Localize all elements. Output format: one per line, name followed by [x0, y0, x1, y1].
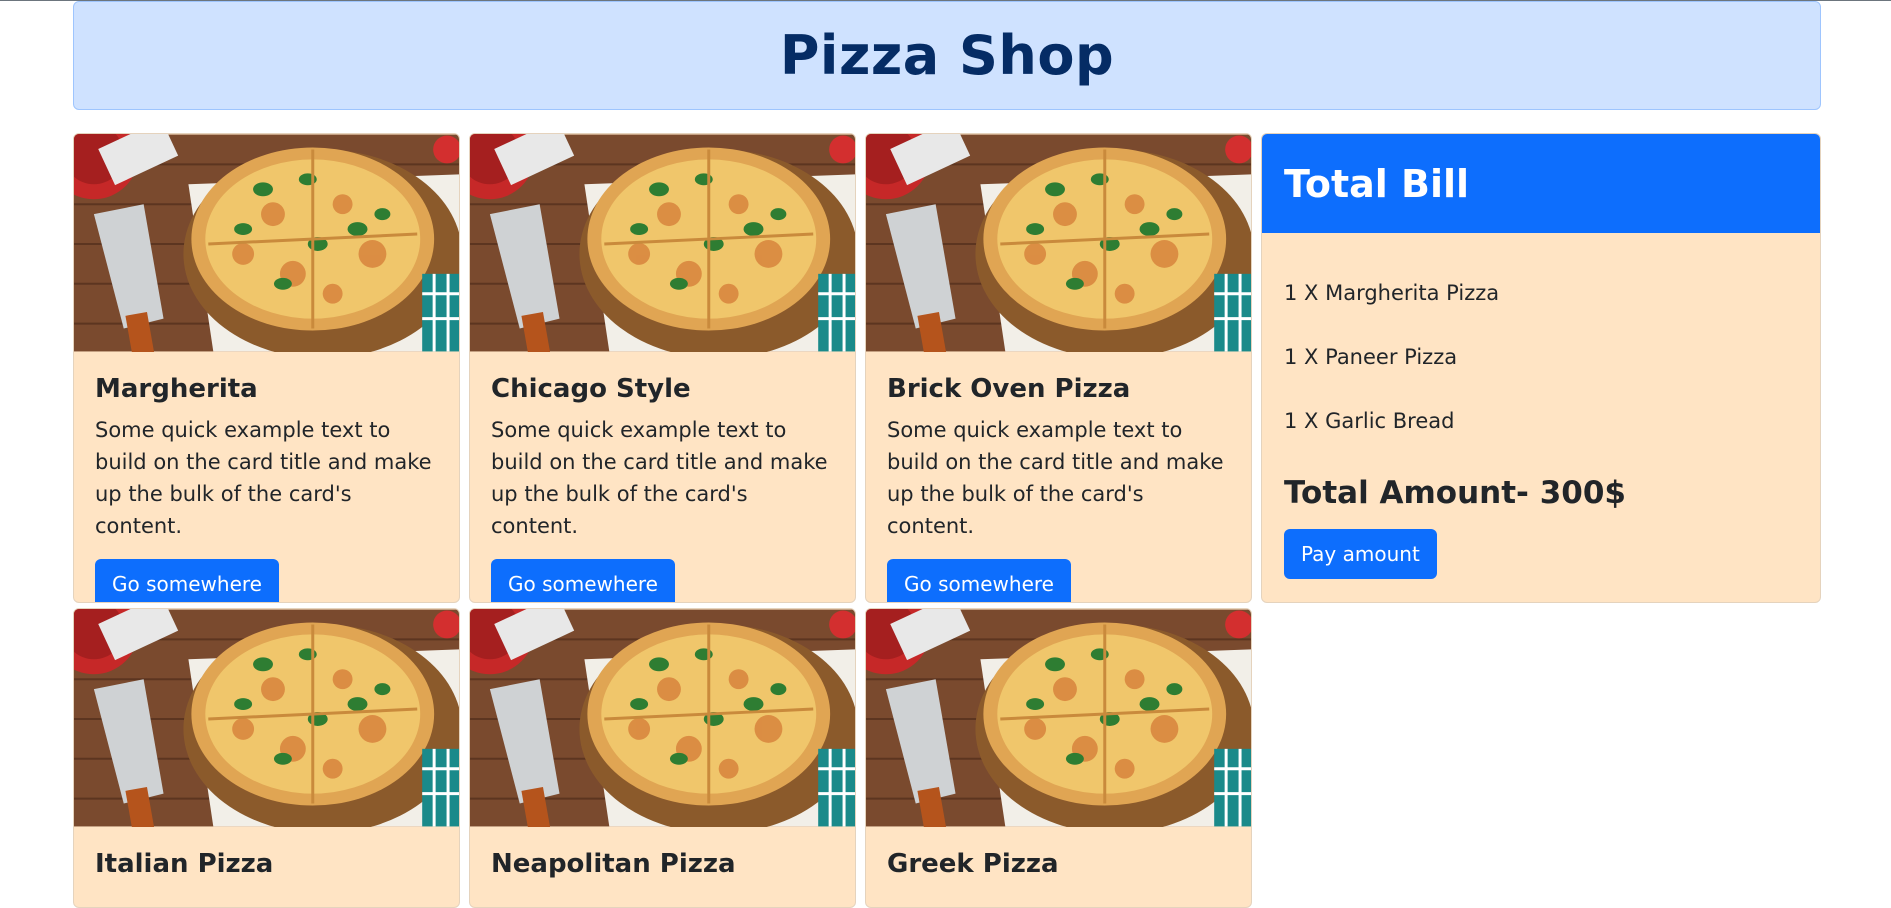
bill-item: 1 X Margherita Pizza: [1284, 281, 1500, 305]
page-header: Pizza Shop: [73, 1, 1821, 110]
card-title: Greek Pizza: [887, 849, 1059, 879]
pizza-card-italian: Italian Pizza: [73, 608, 460, 908]
pizza-image: [470, 134, 855, 352]
pizza-card-neapolitan: Neapolitan Pizza: [469, 608, 856, 908]
go-somewhere-button[interactable]: Go somewhere: [95, 559, 279, 602]
go-somewhere-button[interactable]: Go somewhere: [491, 559, 675, 602]
bill-title: Total Bill: [1284, 161, 1470, 206]
pay-amount-button[interactable]: Pay amount: [1284, 529, 1437, 579]
pizza-image: [74, 609, 459, 827]
page-title: Pizza Shop: [779, 24, 1115, 87]
card-title: Brick Oven Pizza: [887, 374, 1131, 404]
card-title: Chicago Style: [491, 374, 691, 404]
pizza-image: [74, 134, 459, 352]
go-somewhere-button[interactable]: Go somewhere: [887, 559, 1071, 602]
pizza-card-brick-oven: Brick Oven Pizza Some quick example text…: [865, 133, 1252, 603]
card-text: Some quick example text to build on the …: [491, 418, 828, 538]
card-text: Some quick example text to build on the …: [887, 418, 1224, 538]
bill-item: 1 X Garlic Bread: [1284, 409, 1455, 433]
bill-item: 1 X Paneer Pizza: [1284, 345, 1458, 369]
total-amount: Total Amount- 300$: [1284, 475, 1626, 511]
pizza-card-chicago-style: Chicago Style Some quick example text to…: [469, 133, 856, 603]
pizza-image: [866, 609, 1251, 827]
card-title: Italian Pizza: [95, 849, 274, 879]
pizza-image: [866, 134, 1251, 352]
card-title: Neapolitan Pizza: [491, 849, 736, 879]
card-title: Margherita: [95, 374, 258, 404]
pizza-card-margherita: Margherita Some quick example text to bu…: [73, 133, 460, 603]
total-bill-panel: Total Bill 1 X Margherita Pizza 1 X Pane…: [1261, 133, 1821, 603]
pizza-card-greek: Greek Pizza: [865, 608, 1252, 908]
bill-header: Total Bill: [1262, 134, 1820, 233]
pizza-image: [470, 609, 855, 827]
card-text: Some quick example text to build on the …: [95, 418, 432, 538]
